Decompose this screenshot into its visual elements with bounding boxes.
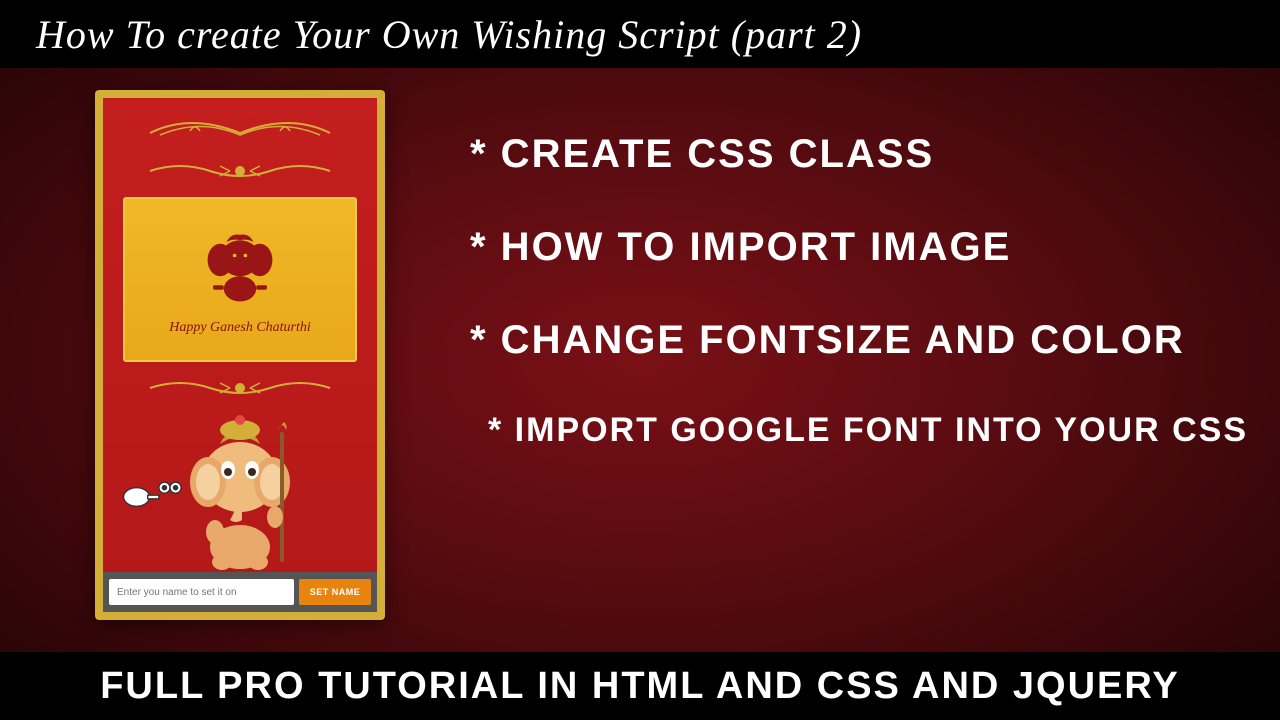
phone-preview: Happy Ganesh Chaturthi <box>95 90 385 620</box>
bullet-item: * CREATE CSS CLASS <box>470 132 1248 177</box>
greeting-text: Happy Ganesh Chaturthi <box>169 320 311 336</box>
ganesha-icon <box>195 224 285 314</box>
footer-text: FULL PRO TUTORIAL IN HTML AND CSS AND JQ… <box>100 665 1180 708</box>
decoration-strip-2 <box>103 370 377 406</box>
phone-inner: Happy Ganesh Chaturthi <box>103 98 377 612</box>
set-name-button[interactable]: SET NAME <box>299 579 371 605</box>
decoration-strip-1 <box>103 153 377 189</box>
character-area <box>103 402 377 572</box>
bullet-item: * IMPORT GOOGLE FONT INTO YOUR CSS <box>488 411 1248 450</box>
page-title: How To create Your Own Wishing Script (p… <box>36 11 862 58</box>
bullet-item: * CHANGE FONTSIZE AND COLOR <box>470 318 1248 363</box>
name-input[interactable] <box>109 579 294 605</box>
footer-bar: FULL PRO TUTORIAL IN HTML AND CSS AND JQ… <box>0 652 1280 720</box>
bullet-list: * CREATE CSS CLASS * HOW TO IMPORT IMAGE… <box>470 132 1248 498</box>
bal-ganesha-character <box>170 412 310 572</box>
decoration-top <box>103 98 377 148</box>
hand-pointer-icon <box>118 477 183 517</box>
header-bar: How To create Your Own Wishing Script (p… <box>0 0 1280 68</box>
bullet-item: * HOW TO IMPORT IMAGE <box>470 225 1248 270</box>
input-bar: SET NAME <box>103 572 377 612</box>
greeting-card: Happy Ganesh Chaturthi <box>123 197 357 362</box>
